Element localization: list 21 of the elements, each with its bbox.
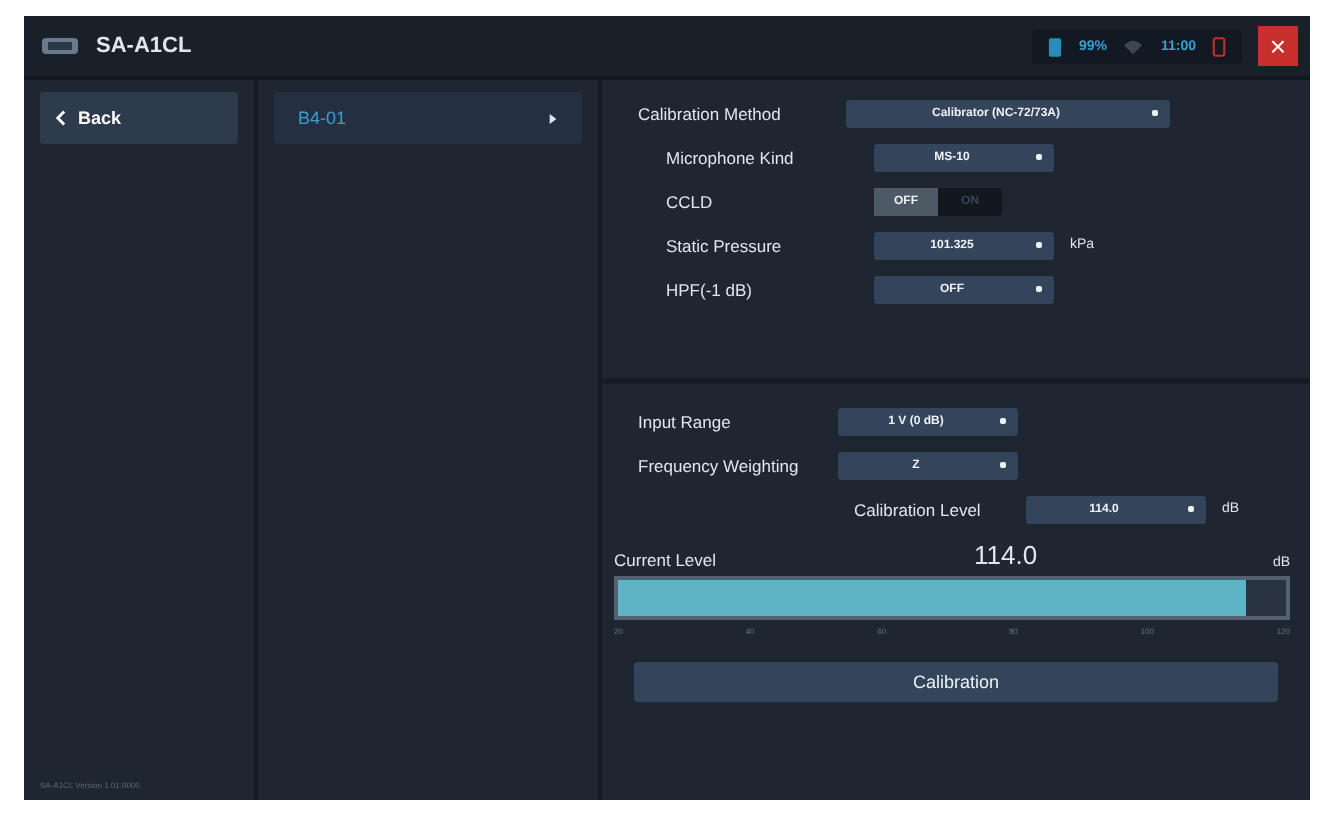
setting-label: CCLD: [666, 191, 715, 211]
setting-label: HPF(-1 dB): [666, 279, 754, 299]
window-title: SA-A1CL: [96, 34, 192, 58]
setting-label: Calibration Method: [638, 103, 783, 123]
close-button[interactable]: ×: [1258, 26, 1298, 66]
device-icon: [40, 34, 80, 58]
signal-icon: [1122, 37, 1145, 55]
card-icon: [1212, 35, 1226, 57]
battery-icon: [1048, 35, 1063, 57]
setting-label: Calibration Level: [854, 499, 983, 519]
setting-label: Static Pressure: [666, 235, 784, 255]
back-button[interactable]: Back: [40, 92, 238, 144]
setting-label: Microphone Kind: [666, 147, 796, 167]
arrow-icon: [548, 113, 558, 123]
level-reading: 114.0: [974, 540, 1040, 570]
setting-label: Input Range: [638, 411, 733, 431]
calibration-button[interactable]: Calibration: [634, 662, 1278, 702]
channel-item[interactable]: B4-01: [274, 92, 582, 144]
chevron-left-icon: [56, 110, 66, 126]
setting-label: Frequency Weighting: [638, 455, 801, 475]
current-level-label: Current Level: [614, 550, 719, 570]
